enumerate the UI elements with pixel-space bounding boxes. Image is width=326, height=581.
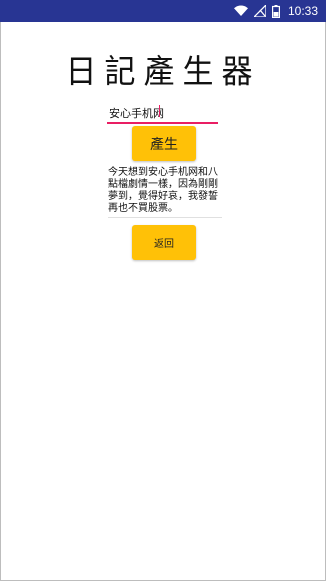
app-title: 日記產生器 — [65, 53, 261, 92]
text-caret — [159, 105, 160, 117]
battery-icon — [271, 4, 280, 18]
status-bar: 10:33 — [0, 0, 326, 22]
output-divider — [108, 217, 222, 218]
status-time: 10:33 — [287, 4, 318, 18]
diary-output-text: 今天想到安心手机网和八點檔劇情一樣，因為剛剛夢到，覺得好哀，我發誓再也不買股票。 — [108, 167, 218, 214]
keyword-input[interactable] — [107, 103, 218, 123]
wifi-icon — [233, 5, 248, 17]
status-icons: 10:33 — [233, 0, 318, 22]
no-signal-icon — [253, 5, 266, 17]
generate-button[interactable]: 產生 — [132, 126, 196, 161]
back-button[interactable]: 返回 — [132, 225, 196, 260]
keyword-input-container — [107, 102, 218, 124]
